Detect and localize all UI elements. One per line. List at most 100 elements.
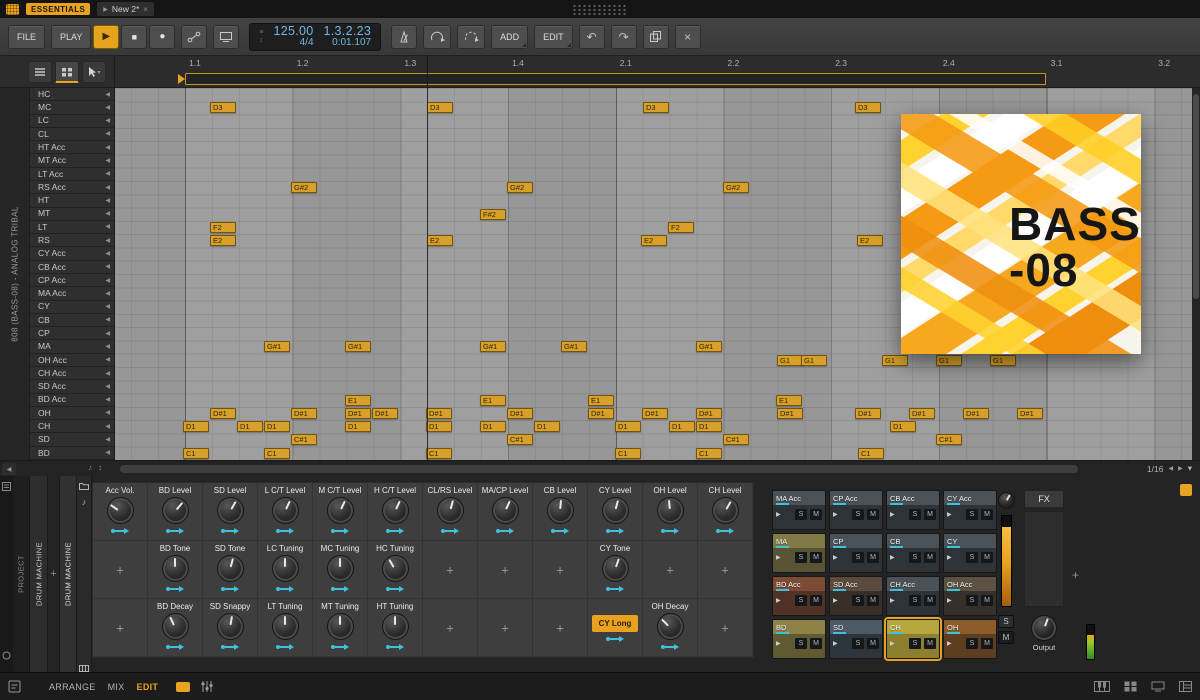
track-row[interactable]: SD Acc ◀ (30, 380, 114, 394)
track-speaker-icon[interactable]: ◀ (105, 409, 110, 416)
track-row[interactable]: CY ◀ (30, 301, 114, 314)
clip-loop-region[interactable] (185, 73, 1046, 85)
track-speaker-icon[interactable]: ◀ (105, 104, 110, 111)
note[interactable]: D3 (855, 102, 881, 114)
track-speaker-icon[interactable]: ◀ (105, 356, 110, 363)
track-speaker-icon[interactable]: ◀ (105, 330, 110, 337)
note[interactable]: D#1 (507, 407, 533, 419)
note[interactable]: D1 (615, 421, 641, 433)
output-knob[interactable] (1031, 615, 1057, 641)
add-parameter-button[interactable]: + (446, 620, 454, 635)
pad-mute-button[interactable]: M (924, 509, 936, 520)
track-row[interactable]: LT ◀ (30, 221, 114, 235)
drum-pad-cb-acc[interactable]: CB Acc ▶ S M (886, 490, 940, 530)
note[interactable]: D3 (643, 102, 669, 114)
pad-solo-button[interactable]: S (852, 509, 864, 520)
track-row[interactable]: CH ◀ (30, 420, 114, 434)
note[interactable]: F2 (210, 221, 236, 233)
track-speaker-icon[interactable]: ◀ (105, 223, 110, 230)
play-start-marker-icon[interactable] (178, 74, 185, 84)
add-parameter-button[interactable]: + (556, 562, 564, 577)
drum-pad-ch-acc[interactable]: CH Acc ▶ S M (886, 576, 940, 616)
pad-play-icon[interactable]: ▶ (890, 597, 895, 604)
note[interactable]: G#1 (345, 341, 371, 353)
pad-controller-icon[interactable] (1124, 681, 1137, 692)
track-row[interactable]: CH Acc ◀ (30, 367, 114, 381)
track-row[interactable]: CB ◀ (30, 314, 114, 328)
note[interactable]: E2 (857, 235, 883, 247)
help-panel-icon[interactable] (8, 680, 21, 693)
resolution-increase-icon[interactable]: ▶ (1178, 465, 1183, 472)
pad-mute-button[interactable]: M (981, 595, 993, 606)
play-menu-button[interactable]: PLAY (51, 24, 92, 49)
track-speaker-icon[interactable]: ◀ (105, 197, 110, 204)
track-device-chain-tab[interactable]: DRUM MACHINE (30, 476, 48, 672)
parameter-knob[interactable] (601, 555, 629, 582)
pad-play-icon[interactable]: ▶ (833, 511, 838, 518)
pad-play-icon[interactable]: ▶ (776, 511, 781, 518)
redo-button[interactable]: ↷ (610, 24, 637, 49)
tempo-display[interactable]: 125.00 (273, 24, 313, 38)
note[interactable]: G1 (777, 354, 803, 366)
note[interactable]: F2 (668, 221, 694, 233)
drum-pad-oh-acc[interactable]: OH Acc ▶ S M (943, 576, 997, 616)
note[interactable]: D1 (237, 421, 263, 433)
track-speaker-icon[interactable]: ◀ (105, 157, 110, 164)
pad-mute-button[interactable]: M (981, 509, 993, 520)
track-row[interactable]: OH Acc ◀ (30, 354, 114, 367)
parameter-knob[interactable] (326, 497, 354, 524)
track-row[interactable]: MT Acc ◀ (30, 154, 114, 168)
drum-pad-oh[interactable]: OH ▶ S M (943, 619, 997, 659)
note[interactable]: C1 (264, 447, 290, 459)
drum-pad-sd[interactable]: SD ▶ S M (829, 619, 883, 659)
note[interactable]: E1 (345, 394, 371, 406)
folder-icon[interactable] (79, 482, 89, 490)
pad-solo-button[interactable]: S (852, 595, 864, 606)
note[interactable]: E1 (588, 394, 614, 406)
drum-grid-view-button[interactable] (55, 61, 79, 83)
automation-write-button[interactable] (181, 24, 208, 49)
fx-slot-label[interactable]: FX (1024, 490, 1064, 508)
track-row[interactable]: CB Acc ◀ (30, 261, 114, 274)
note[interactable]: D1 (345, 421, 371, 433)
parameter-knob[interactable] (491, 497, 519, 524)
track-speaker-icon[interactable]: ◀ (105, 343, 110, 350)
undo-button[interactable]: ↶ (578, 24, 605, 49)
track-row[interactable]: HT ◀ (30, 194, 114, 208)
drum-pad-cb[interactable]: CB ▶ S M (886, 533, 940, 573)
pointer-tool-button[interactable]: ▾ (82, 61, 106, 83)
pad-play-icon[interactable]: ▶ (833, 554, 838, 561)
pad-play-icon[interactable]: ▶ (947, 597, 952, 604)
track-speaker-icon[interactable]: ◀ (105, 144, 110, 151)
track-speaker-icon[interactable]: ◀ (105, 277, 110, 284)
note[interactable]: C1 (426, 447, 452, 459)
inspector-icon[interactable] (2, 482, 11, 491)
parameter-knob[interactable] (271, 613, 299, 640)
note[interactable]: D#1 (642, 407, 668, 419)
pad-solo-button[interactable]: S (852, 552, 864, 563)
note[interactable]: E2 (210, 235, 236, 247)
note[interactable]: E1 (776, 394, 802, 406)
audition-icon[interactable]: ♪ (88, 464, 92, 472)
display-panel-icon[interactable] (1151, 681, 1165, 692)
piano-keyboard-icon[interactable] (1094, 681, 1110, 692)
note[interactable]: D1 (534, 421, 560, 433)
note[interactable]: D1 (669, 421, 695, 433)
cy-long-toggle-button[interactable]: CY Long (591, 615, 639, 632)
track-speaker-icon[interactable]: ◀ (105, 130, 110, 137)
note[interactable]: C#1 (723, 434, 749, 446)
track-speaker-icon[interactable]: ◀ (105, 184, 110, 191)
record-button[interactable]: ● (149, 24, 176, 49)
note[interactable]: D1 (264, 421, 290, 433)
note[interactable]: G1 (801, 354, 827, 366)
pad-solo-button[interactable]: S (966, 552, 978, 563)
track-speaker-icon[interactable]: ◀ (105, 91, 110, 98)
note[interactable]: D1 (696, 421, 722, 433)
add-parameter-button[interactable]: + (721, 620, 729, 635)
pad-solo-button[interactable]: S (966, 509, 978, 520)
track-speaker-icon[interactable]: ◀ (105, 210, 110, 217)
note[interactable]: G1 (990, 354, 1016, 366)
track-row[interactable]: BD ◀ (30, 447, 114, 460)
add-parameter-button[interactable]: + (556, 620, 564, 635)
project-tab[interactable]: ▶ New 2* × (97, 2, 154, 16)
